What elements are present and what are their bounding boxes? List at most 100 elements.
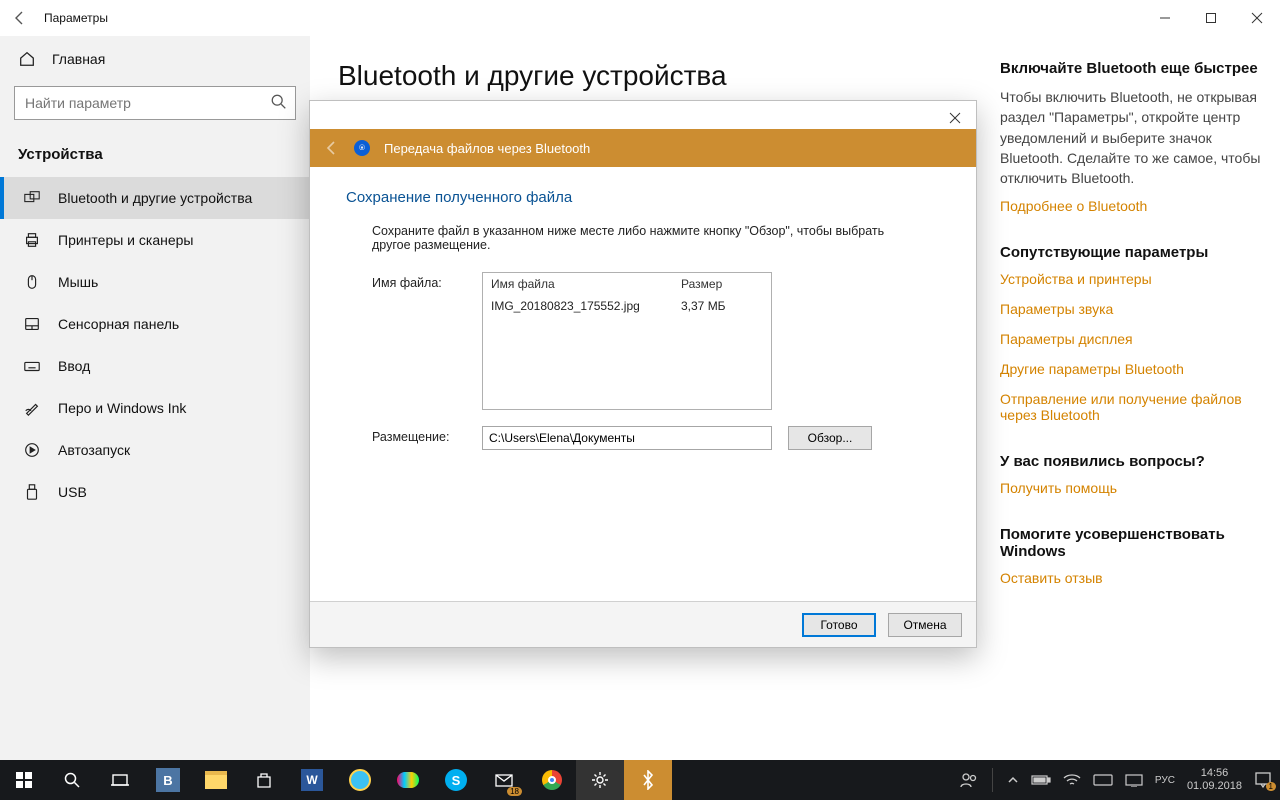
tray-keyboard-icon[interactable] [1093,773,1113,787]
window-titlebar: Параметры [0,0,1280,36]
file-cell-name: IMG_20180823_175552.jpg [491,299,681,313]
link-get-help[interactable]: Получить помощь [1000,480,1262,496]
browse-button[interactable]: Обзор... [788,426,872,450]
tray-clock[interactable]: 14:56 01.09.2018 [1187,767,1242,793]
tray-language[interactable]: РУС [1155,775,1175,786]
sidebar-item-label: Принтеры и сканеры [58,232,193,248]
sidebar-item-bluetooth[interactable]: Bluetooth и другие устройства [0,177,310,219]
sidebar-item-label: Ввод [58,358,90,374]
back-button[interactable] [0,0,40,36]
taskbar-search[interactable] [48,760,96,800]
taskbar-app-ie[interactable] [336,760,384,800]
right-improve-title: Помогите усовершенствовать Windows [1000,526,1262,560]
sidebar-item-touchpad[interactable]: Сенсорная панель [0,303,310,345]
tray-people-icon[interactable] [960,771,978,789]
dialog-title: Передача файлов через Bluetooth [384,141,590,156]
right-related-title: Сопутствующие параметры [1000,244,1262,261]
filename-label: Имя файла: [372,272,482,410]
link-bluetooth-more[interactable]: Другие параметры Bluetooth [1000,361,1262,377]
file-table[interactable]: Имя файла Размер IMG_20180823_175552.jpg… [482,272,772,410]
taskbar-app-paint[interactable] [384,760,432,800]
task-view-button[interactable] [96,760,144,800]
link-feedback[interactable]: Оставить отзыв [1000,570,1262,586]
taskbar-app-store[interactable] [240,760,288,800]
sidebar-item-mouse[interactable]: Мышь [0,261,310,303]
cancel-button[interactable]: Отмена [888,613,962,637]
sidebar-item-input[interactable]: Ввод [0,345,310,387]
pen-icon [22,399,42,417]
file-row[interactable]: IMG_20180823_175552.jpg 3,37 МБ [483,295,771,317]
bluetooth-icon: ⍟ [354,140,370,156]
page-title: Bluetooth и другие устройства [338,60,972,92]
sidebar-item-pen[interactable]: Перо и Windows Ink [0,387,310,429]
minimize-button[interactable] [1142,0,1188,36]
mouse-icon [22,273,42,291]
taskbar-app-chrome[interactable] [528,760,576,800]
tray-time: 14:56 [1187,767,1242,780]
sidebar-section-title: Устройства [0,138,310,177]
sidebar-search[interactable] [14,86,296,120]
location-label: Размещение: [372,426,482,450]
link-display-settings[interactable]: Параметры дисплея [1000,331,1262,347]
taskbar-app-skype[interactable]: S [432,760,480,800]
sidebar-item-usb[interactable]: USB [0,471,310,513]
start-button[interactable] [0,760,48,800]
tray-notifications-icon[interactable]: 1 [1254,771,1272,789]
taskbar-app-settings[interactable] [576,760,624,800]
col-header-size[interactable]: Размер [681,277,722,291]
maximize-button[interactable] [1188,0,1234,36]
dialog-header: ⍟ Передача файлов через Bluetooth [310,129,976,167]
tray-wifi-icon[interactable] [1063,773,1081,787]
search-input[interactable] [14,86,296,120]
sidebar-item-label: Перо и Windows Ink [58,400,186,416]
sidebar-item-label: USB [58,484,87,500]
taskbar-app-explorer[interactable] [192,760,240,800]
link-devices-printers[interactable]: Устройства и принтеры [1000,271,1262,287]
taskbar-app-mail[interactable]: 18 [480,760,528,800]
touchpad-icon [22,315,42,333]
keyboard-icon [22,357,42,375]
taskbar-app-vk[interactable]: B [144,760,192,800]
tray-chevron-up-icon[interactable] [1007,774,1019,786]
close-button[interactable] [1234,0,1280,36]
dialog-back-icon[interactable] [324,140,340,156]
mail-badge: 18 [507,787,522,796]
tray-project-icon[interactable] [1125,773,1143,787]
sidebar-item-label: Сенсорная панель [58,316,179,332]
link-bluetooth-files[interactable]: Отправление или получение файлов через B… [1000,391,1262,423]
window-title: Параметры [40,11,108,25]
sidebar-item-label: Автозапуск [58,442,130,458]
dialog-heading: Сохранение полученного файла [346,189,940,206]
finish-button[interactable]: Готово [802,613,876,637]
sidebar-item-label: Мышь [58,274,98,290]
dialog-instruction: Сохраните файл в указанном ниже месте ли… [372,224,892,252]
taskbar-app-bluetooth-transfer[interactable] [624,760,672,800]
right-fast-body: Чтобы включить Bluetooth, не открывая ра… [1000,87,1262,188]
bluetooth-devices-icon [22,189,42,207]
taskbar: B W S 18 РУС 14:56 01.09.2018 1 [0,760,1280,800]
right-questions-title: У вас появились вопросы? [1000,453,1262,470]
right-pane: Включайте Bluetooth еще быстрее Чтобы вк… [1000,36,1280,760]
usb-icon [22,483,42,501]
tray-date: 01.09.2018 [1187,780,1242,793]
dialog-close-button[interactable] [934,107,976,129]
taskbar-app-word[interactable]: W [288,760,336,800]
right-fast-title: Включайте Bluetooth еще быстрее [1000,60,1262,77]
file-cell-size: 3,37 МБ [681,299,726,313]
bluetooth-receive-dialog: ⍟ Передача файлов через Bluetooth Сохран… [309,100,977,648]
printer-icon [22,231,42,249]
notification-badge: 1 [1266,782,1276,791]
system-tray[interactable]: РУС 14:56 01.09.2018 1 [952,767,1280,793]
sidebar-home[interactable]: Главная [0,40,310,78]
sidebar: Главная Устройства Bluetooth и другие ус… [0,36,310,760]
link-sound-settings[interactable]: Параметры звука [1000,301,1262,317]
autoplay-icon [22,441,42,459]
sidebar-item-printers[interactable]: Принтеры и сканеры [0,219,310,261]
link-more-bluetooth[interactable]: Подробнее о Bluetooth [1000,198,1262,214]
sidebar-home-label: Главная [52,51,105,67]
home-icon [18,50,36,68]
col-header-filename[interactable]: Имя файла [491,277,681,291]
location-input[interactable] [482,426,772,450]
tray-battery-icon[interactable] [1031,774,1051,786]
sidebar-item-autoplay[interactable]: Автозапуск [0,429,310,471]
